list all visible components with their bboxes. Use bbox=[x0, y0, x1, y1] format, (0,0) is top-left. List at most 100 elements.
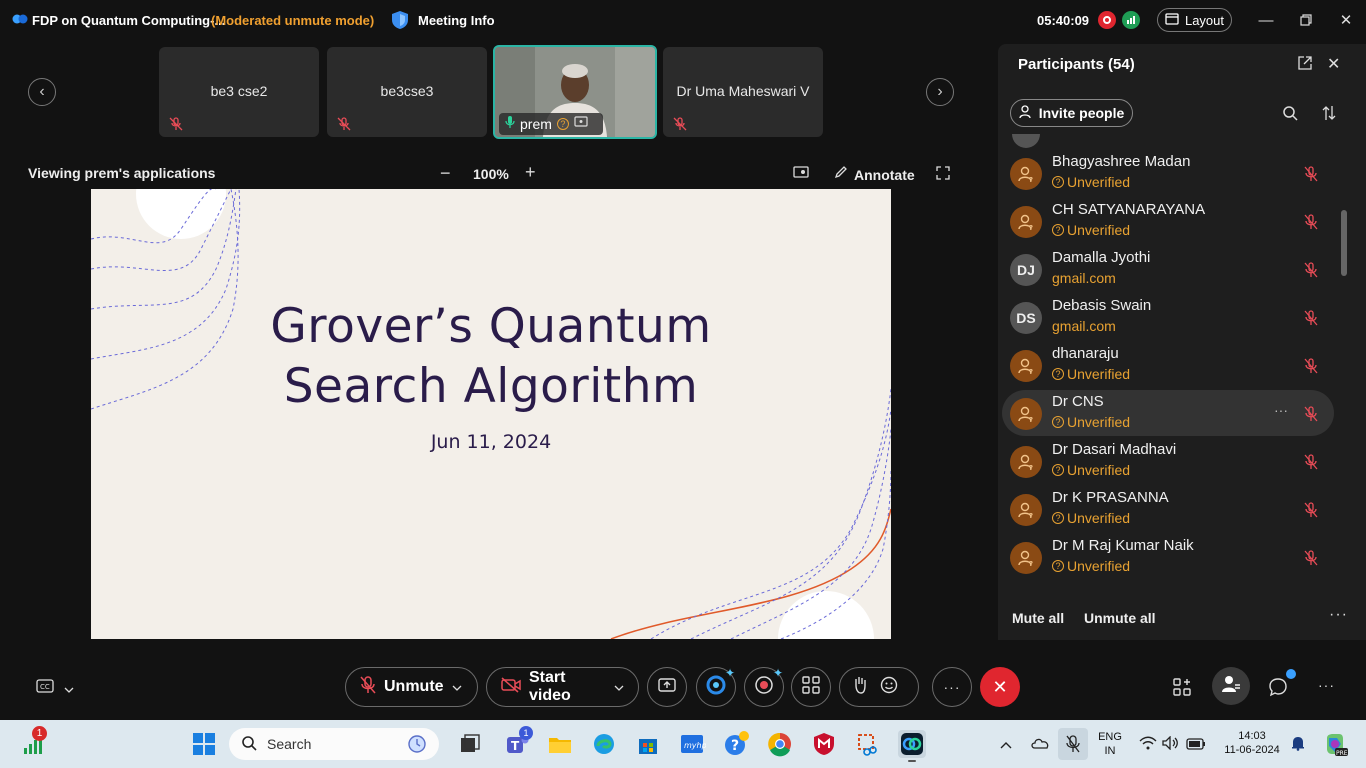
muted-mic-icon[interactable] bbox=[1304, 454, 1318, 470]
taskbar-search[interactable]: Search bbox=[229, 728, 439, 760]
task-view-icon[interactable] bbox=[456, 730, 484, 758]
fullscreen-icon[interactable] bbox=[936, 166, 950, 185]
notification-bell-icon[interactable] bbox=[1291, 735, 1305, 756]
apps-button[interactable] bbox=[791, 667, 831, 707]
language-indicator[interactable]: ENG IN bbox=[1094, 730, 1126, 758]
participant-row[interactable]: DS Debasis Swain gmail.com bbox=[1002, 294, 1334, 340]
participant-row[interactable]: DJ Damalla Jyothi gmail.com bbox=[1002, 246, 1334, 292]
more-options-icon[interactable]: ··· bbox=[1318, 677, 1335, 693]
muted-mic-icon[interactable] bbox=[1304, 310, 1318, 326]
search-icon[interactable] bbox=[1282, 105, 1298, 126]
participants-toggle-button[interactable] bbox=[1212, 667, 1250, 705]
hp-support-icon[interactable]: ? bbox=[722, 730, 750, 758]
snipping-tool-icon[interactable] bbox=[854, 730, 882, 758]
start-menu-icon[interactable] bbox=[190, 730, 218, 758]
wifi-icon[interactable] bbox=[1139, 736, 1157, 755]
zoom-out-button[interactable]: − bbox=[440, 163, 451, 184]
meeting-title: FDP on Quantum Computing-... bbox=[32, 13, 226, 28]
teams-icon[interactable]: T 1 bbox=[503, 726, 533, 758]
start-video-button[interactable]: Start video bbox=[486, 667, 639, 707]
microsoft-store-icon[interactable] bbox=[634, 730, 662, 758]
webex-taskbar-icon[interactable] bbox=[898, 730, 926, 762]
muted-mic-icon[interactable] bbox=[1304, 406, 1318, 422]
widgets-icon[interactable]: 1 bbox=[20, 726, 48, 758]
muted-mic-icon[interactable] bbox=[1304, 358, 1318, 374]
more-controls-button[interactable]: ··· bbox=[932, 667, 972, 707]
chat-icon[interactable] bbox=[1266, 675, 1290, 699]
shield-icon[interactable] bbox=[391, 10, 409, 30]
unmute-button[interactable]: Unmute bbox=[345, 667, 478, 707]
video-tile[interactable]: Dr Uma Maheswari V bbox=[663, 47, 823, 137]
unverified-user-icon: ? bbox=[1010, 158, 1042, 190]
onedrive-icon[interactable] bbox=[1030, 736, 1050, 755]
muted-mic-icon[interactable] bbox=[1304, 502, 1318, 518]
muted-mic-icon[interactable] bbox=[1304, 262, 1318, 278]
meeting-info-button[interactable]: Meeting Info bbox=[418, 13, 495, 28]
restore-icon[interactable] bbox=[1296, 10, 1316, 30]
close-window-icon[interactable]: ✕ bbox=[1336, 10, 1356, 30]
participants-title: Participants (54) bbox=[1018, 56, 1135, 73]
video-tile[interactable]: be3cse3 bbox=[327, 47, 487, 137]
recording-icon[interactable] bbox=[1098, 11, 1116, 29]
battery-icon[interactable] bbox=[1186, 737, 1206, 755]
participant-row[interactable]: ? Dr CNS? Unverified ··· bbox=[1002, 390, 1334, 436]
participant-row[interactable]: ? Dr M Raj Kumar Naik? Unverified bbox=[1002, 534, 1334, 580]
annotate-button[interactable]: Annotate bbox=[834, 165, 915, 184]
chrome-icon[interactable] bbox=[766, 730, 794, 758]
volume-icon[interactable] bbox=[1162, 735, 1180, 755]
participant-status-text: Unverified bbox=[1067, 366, 1131, 382]
participant-status-text: Unverified bbox=[1067, 414, 1131, 430]
muted-mic-icon[interactable] bbox=[1304, 214, 1318, 230]
unverified-icon: ? bbox=[1052, 560, 1064, 572]
next-participants-button[interactable]: › bbox=[926, 78, 954, 106]
slide-title-line1: Grover’s Quantum bbox=[270, 299, 712, 354]
active-speaker-tile[interactable]: prem ? bbox=[493, 45, 657, 139]
copilot-icon[interactable]: PRE bbox=[1321, 730, 1349, 763]
chat-notification-dot bbox=[1286, 669, 1296, 679]
muted-mic-icon[interactable] bbox=[1304, 550, 1318, 566]
scrollbar[interactable] bbox=[1341, 210, 1347, 276]
participant-row[interactable]: ? dhanaraju? Unverified bbox=[1002, 342, 1334, 388]
close-panel-icon[interactable]: ✕ bbox=[1327, 54, 1340, 74]
sort-icon[interactable] bbox=[1322, 105, 1336, 126]
reaction-emoji-icon[interactable] bbox=[880, 676, 898, 699]
zoom-in-button[interactable]: + bbox=[525, 162, 536, 183]
minimize-icon[interactable]: — bbox=[1256, 10, 1276, 30]
reactions-group[interactable] bbox=[839, 667, 919, 707]
screen-share-icon bbox=[574, 115, 588, 133]
chevron-up-icon[interactable] bbox=[1000, 736, 1012, 754]
participant-more-icon[interactable]: ··· bbox=[1274, 402, 1288, 418]
clock[interactable]: 14:03 11-06-2024 bbox=[1218, 729, 1286, 757]
participant-row[interactable]: ? Dr K PRASANNA? Unverified bbox=[1002, 486, 1334, 532]
share-view-icon[interactable] bbox=[793, 166, 809, 185]
network-health-icon[interactable] bbox=[1122, 11, 1140, 29]
record-button[interactable]: ✦ bbox=[744, 666, 784, 707]
more-options-icon[interactable]: ··· bbox=[1329, 606, 1348, 624]
closed-caption-icon: CC bbox=[36, 679, 54, 698]
add-apps-icon[interactable] bbox=[1170, 675, 1194, 699]
raise-hand-icon[interactable] bbox=[852, 676, 868, 699]
edge-browser-icon[interactable] bbox=[590, 730, 618, 758]
mic-muted-tray-icon[interactable] bbox=[1058, 728, 1088, 760]
participant-row[interactable]: ? Bhagyashree Madan? Unverified bbox=[1002, 150, 1334, 196]
participant-row[interactable]: ? Dr Dasari Madhavi? Unverified bbox=[1002, 438, 1334, 484]
captions-button[interactable]: CC bbox=[36, 679, 74, 698]
leave-meeting-button[interactable]: ✕ bbox=[980, 667, 1020, 707]
prev-participants-button[interactable]: ‹ bbox=[28, 78, 56, 106]
mute-all-button[interactable]: Mute all bbox=[1012, 610, 1064, 626]
participant-status: ? Unverified bbox=[1052, 222, 1130, 238]
share-button[interactable] bbox=[647, 667, 687, 707]
file-explorer-icon[interactable] bbox=[546, 730, 574, 758]
slide-title-line2: Search Algorithm bbox=[283, 359, 699, 414]
popout-icon[interactable] bbox=[1298, 56, 1312, 75]
muted-mic-icon[interactable] bbox=[1304, 166, 1318, 182]
myhp-icon[interactable]: myhp bbox=[678, 730, 707, 758]
language-line1: ENG bbox=[1098, 731, 1122, 743]
layout-button[interactable]: Layout bbox=[1157, 8, 1232, 32]
participant-row[interactable]: ? CH SATYANARAYANA? Unverified bbox=[1002, 198, 1334, 244]
mcafee-icon[interactable] bbox=[810, 730, 838, 758]
invite-people-button[interactable]: Invite people bbox=[1010, 99, 1133, 127]
video-tile[interactable]: be3 cse2 bbox=[159, 47, 319, 137]
unmute-all-button[interactable]: Unmute all bbox=[1084, 610, 1156, 626]
ai-assistant-button[interactable]: ✦ bbox=[696, 666, 736, 707]
